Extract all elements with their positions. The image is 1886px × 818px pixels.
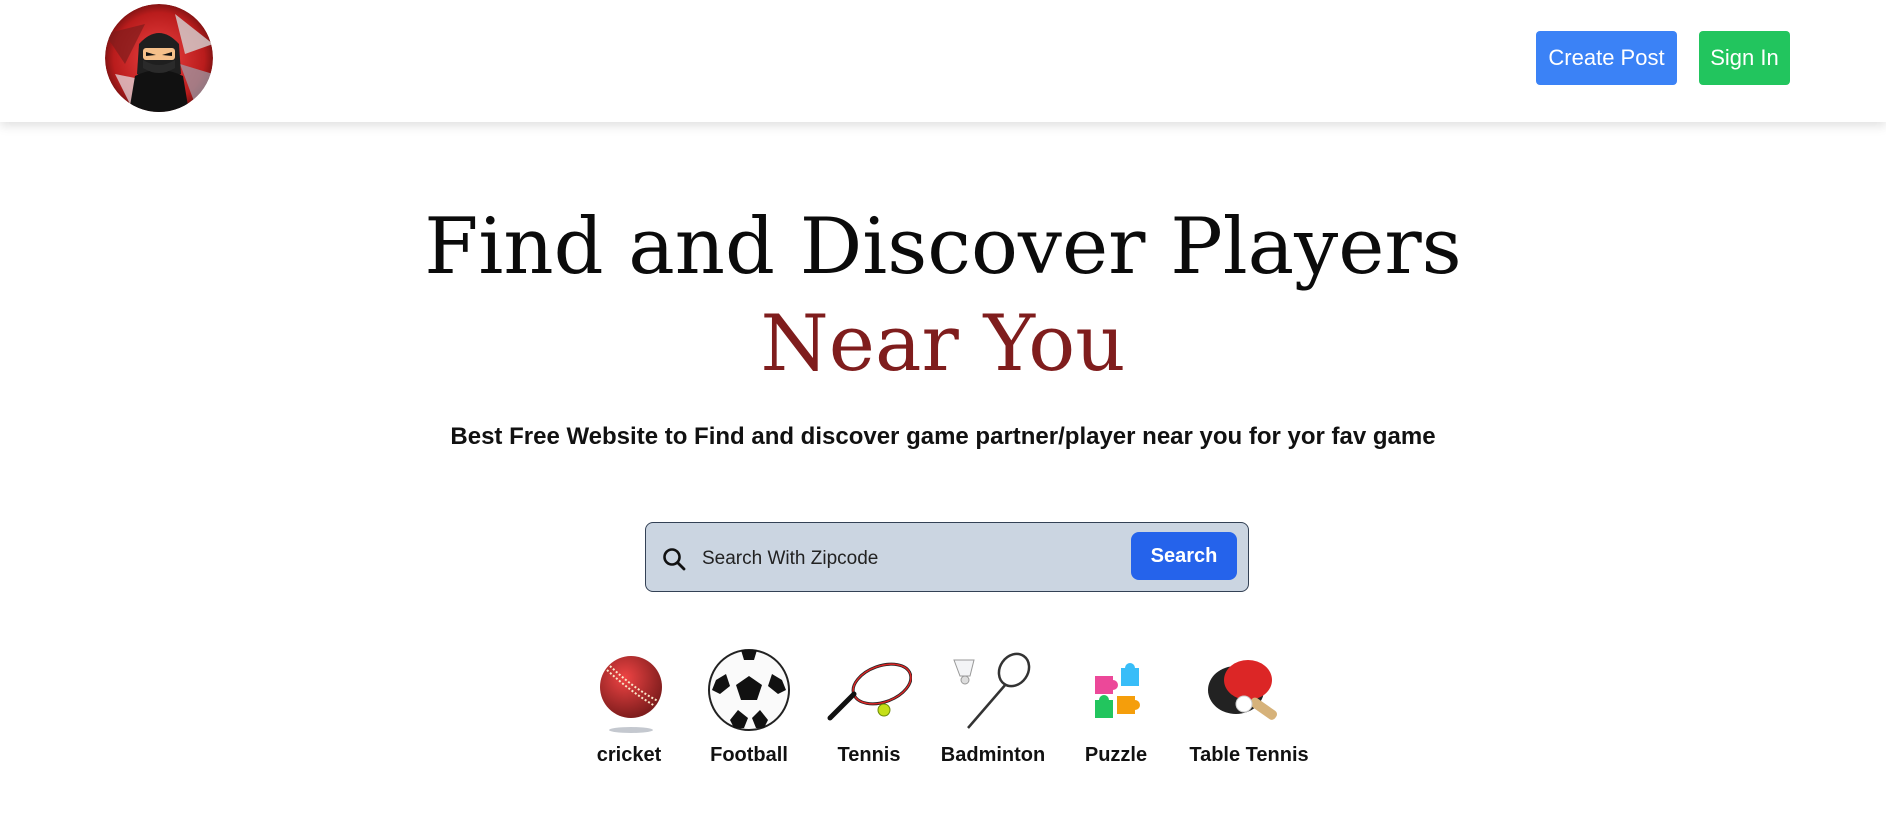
create-post-button[interactable]: Create Post (1536, 31, 1677, 85)
search-bar: Search (645, 522, 1249, 592)
hero-subtitle: Best Free Website to Find and discover g… (450, 423, 1436, 450)
ninja-logo-icon[interactable] (105, 4, 213, 112)
table-tennis-icon (1206, 648, 1292, 734)
tennis-racket-icon (826, 648, 912, 734)
hero-title: Find and Discover Players (424, 202, 1462, 292)
football-icon (708, 648, 794, 734)
hero-title-accent: Near You (760, 299, 1126, 389)
zipcode-search-input[interactable] (700, 536, 1104, 582)
puzzle-icon (1073, 648, 1159, 734)
sign-in-button[interactable]: Sign In (1699, 31, 1790, 85)
cricket-ball-icon (597, 648, 683, 734)
search-icon (663, 548, 686, 571)
search-button[interactable]: Search (1131, 532, 1237, 580)
game-label: Table Tennis (1189, 744, 1309, 766)
navbar: Create Post Sign In (0, 0, 1886, 122)
badminton-icon (950, 648, 1036, 734)
